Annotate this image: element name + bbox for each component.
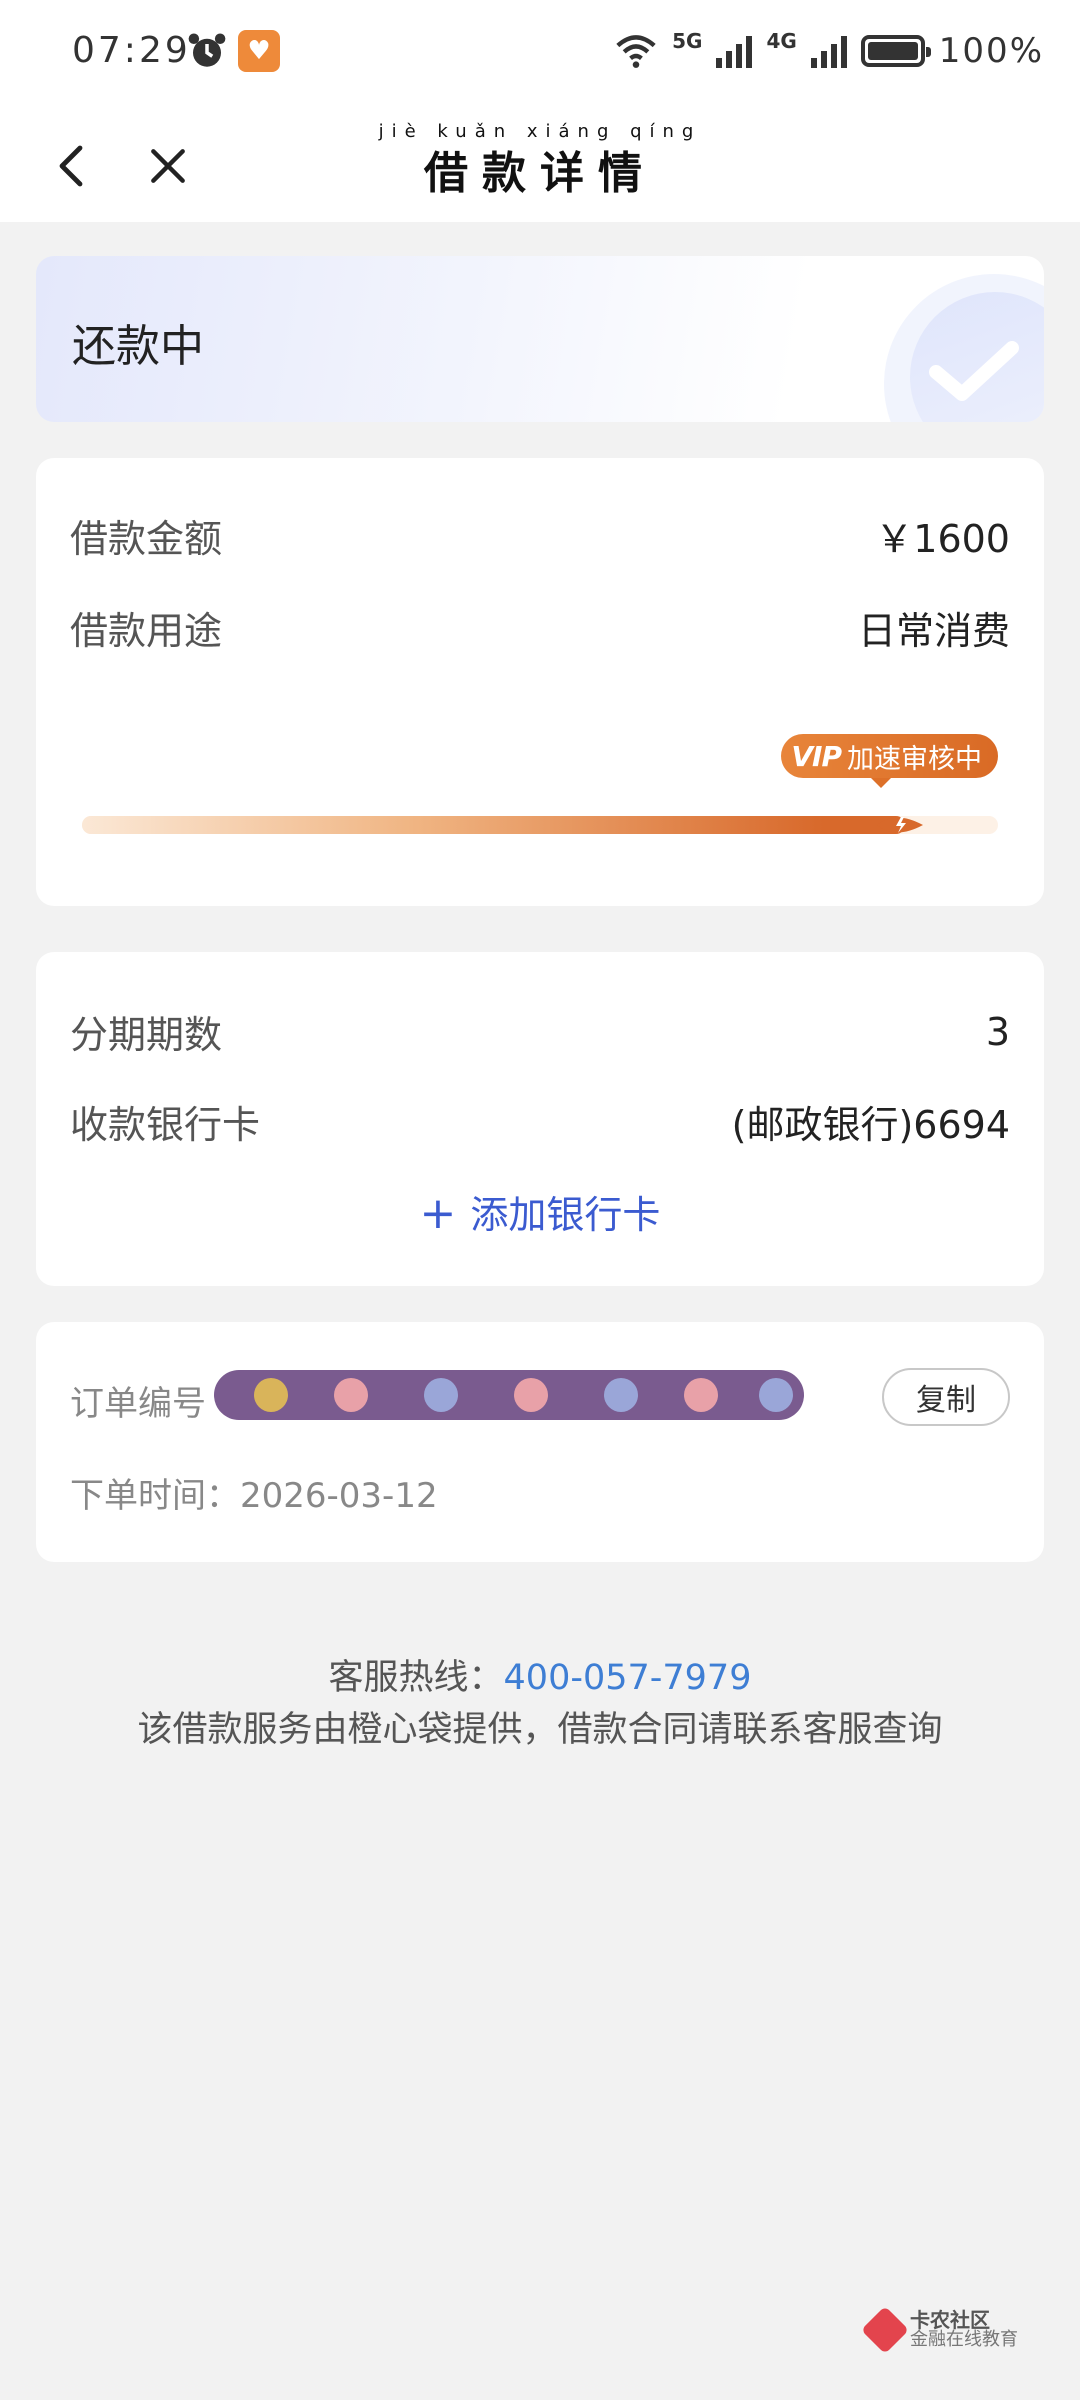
copy-order-button[interactable]: 复制 [882,1368,1010,1426]
review-progress-bar [82,810,998,840]
installment-card: 分期期数 3 收款银行卡 (邮政银行)6694 + 添加银行卡 [36,952,1044,1286]
community-logo-icon [860,2305,910,2355]
loan-amount-row: 借款金额 ￥1600 [70,508,1010,563]
nav-bar: jiè kuǎn xiáng qíng 借款详情 [0,110,1080,222]
network-type-4g: 4G [766,29,797,53]
installment-periods-row: 分期期数 3 [70,1004,1010,1059]
status-time: 07:29 [72,30,191,71]
loan-purpose-label: 借款用途 [70,609,223,653]
footer-info: 客服热线：400-057-7979 该借款服务由橙心袋提供，借款合同请联系客服查… [0,1652,1080,1756]
loan-purpose-value: 日常消费 [857,609,1010,653]
community-watermark: 卡农社区 金融在线教育 [860,2305,1018,2355]
review-progress-fill [82,816,905,834]
plus-icon: + [419,1188,457,1239]
watermark-title: 卡农社区 [910,2308,990,2332]
provider-note: 该借款服务由橙心袋提供，借款合同请联系客服查询 [137,1710,943,1750]
bank-card-value: (邮政银行)6694 [731,1103,1010,1147]
rocket-icon [877,817,923,833]
add-bank-card-button[interactable]: + 添加银行卡 [36,1184,1044,1239]
periods-label: 分期期数 [70,1013,223,1057]
bank-card-label: 收款银行卡 [70,1103,261,1147]
heart-app-icon: ♥ [238,30,280,72]
checkmark-icon [929,341,1019,401]
bank-card-row: 收款银行卡 (邮政银行)6694 [70,1094,1010,1149]
periods-value: 3 [985,1009,1010,1054]
signal-bars-1-icon [716,34,753,68]
loan-status-text: 还款中 [72,321,204,372]
loan-amount-value: ￥1600 [875,517,1010,561]
battery-icon [860,35,931,67]
vip-badge-text: 加速审核中 [847,743,982,775]
vip-review-badge: VIP 加速审核中 [781,734,998,788]
page-title-pinyin: jiè kuǎn xiáng qíng [378,121,702,142]
loan-info-card: 借款金额 ￥1600 借款用途 日常消费 VIP 加速审核中 [36,458,1044,906]
order-info-card: 订单编号 复制 下单时间：2026-03-12 [36,1322,1044,1562]
hotline-line: 客服热线：400-057-7979 [0,1652,1080,1704]
status-bar: 07:29 ♥ 5G 4G 100% [0,0,1080,110]
status-indicators: 5G 4G 100% [614,28,1044,74]
page-title: jiè kuǎn xiáng qíng 借款详情 [0,120,1080,204]
hotline-label: 客服热线： [328,1658,504,1698]
hotline-number-link[interactable]: 400-057-7979 [504,1658,752,1698]
battery-percent: 100% [938,31,1044,71]
wifi-icon [616,35,656,68]
vip-logo: VIP [791,739,842,773]
add-bank-card-label: 添加银行卡 [470,1193,661,1237]
signal-bars-2-icon [810,34,847,68]
alarm-clock-icon [188,33,226,67]
order-number-label: 订单编号 [70,1384,206,1424]
order-time: 下单时间：2026-03-12 [70,1476,438,1516]
loan-purpose-row: 借款用途 日常消费 [70,600,1010,655]
order-number-redaction [214,1370,804,1420]
page-title-text: 借款详情 [424,148,656,199]
watermark-subtitle: 金融在线教育 [910,2329,1018,2350]
network-type-5g: 5G [672,29,703,53]
loan-status-card: 还款中 [36,256,1044,422]
loan-amount-label: 借款金额 [70,517,223,561]
